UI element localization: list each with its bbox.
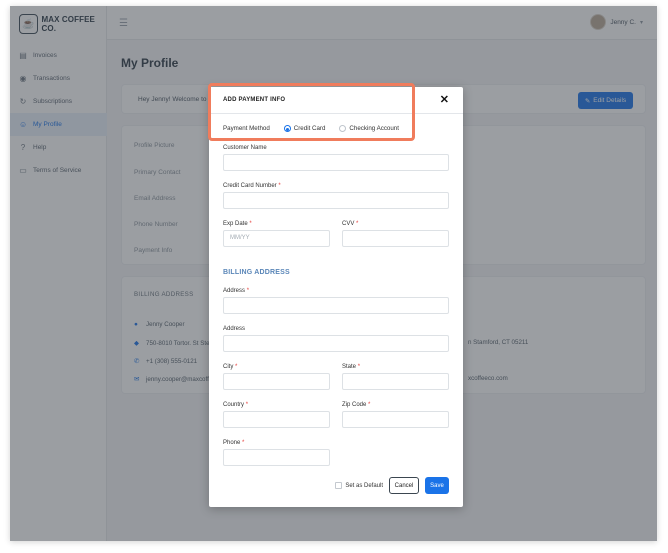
required-mark: *: [357, 364, 361, 370]
zip-label-text: Zip Code: [342, 402, 367, 408]
phone-input[interactable]: [223, 449, 330, 466]
close-icon[interactable]: ✕: [440, 93, 449, 106]
country-label-text: Country: [223, 402, 245, 408]
exp-date-label-text: Exp Date: [223, 221, 248, 227]
add-payment-modal: ADD PAYMENT INFO ✕ Payment Method Credit…: [209, 87, 463, 507]
required-mark: *: [246, 288, 250, 294]
city-label-text: City: [223, 364, 234, 370]
address1-label: Address *: [223, 288, 249, 294]
cvv-label: CVV *: [342, 221, 358, 227]
city-label: City *: [223, 364, 237, 370]
payment-method-highlight: [208, 83, 415, 141]
phone-label-text: Phone: [223, 440, 241, 446]
state-label: State *: [342, 364, 360, 370]
cvv-input[interactable]: [342, 230, 449, 247]
required-mark: *: [235, 364, 238, 370]
save-button[interactable]: Save: [425, 477, 449, 494]
zip-label: Zip Code *: [342, 402, 370, 408]
state-label-text: State: [342, 364, 357, 370]
card-number-input[interactable]: [223, 192, 449, 209]
country-label: Country *: [223, 402, 248, 408]
billing-address-heading: BILLING ADDRESS: [223, 269, 290, 276]
address2-label: Address: [223, 326, 246, 332]
required-mark: *: [249, 221, 252, 227]
customer-name-label: Customer Name: [223, 145, 267, 151]
customer-name-input[interactable]: [223, 154, 449, 171]
exp-date-label: Exp Date *: [223, 221, 252, 227]
required-mark: *: [356, 221, 359, 227]
required-mark: *: [368, 402, 371, 408]
required-mark: *: [242, 440, 245, 446]
card-number-label-text: Credit Card Number: [223, 183, 277, 189]
address2-input[interactable]: [223, 335, 449, 352]
set-default-label[interactable]: Set as Default: [345, 483, 383, 489]
cancel-button[interactable]: Cancel: [389, 477, 419, 494]
country-input[interactable]: [223, 411, 330, 428]
city-input[interactable]: [223, 373, 330, 390]
required-mark: *: [245, 402, 249, 408]
cvv-label-text: CVV: [342, 221, 355, 227]
modal-footer: Set as Default Cancel Save: [335, 477, 449, 494]
address1-input[interactable]: [223, 297, 449, 314]
state-input[interactable]: [342, 373, 449, 390]
address1-label-text: Address: [223, 288, 246, 294]
card-number-label: Credit Card Number *: [223, 183, 281, 189]
set-default-checkbox[interactable]: [335, 482, 343, 489]
required-mark: *: [278, 183, 281, 189]
exp-date-input[interactable]: MM/YY: [223, 230, 330, 247]
set-default-checkbox-row[interactable]: Set as Default: [335, 482, 383, 489]
phone-label: Phone *: [223, 440, 244, 446]
zip-input[interactable]: [342, 411, 449, 428]
